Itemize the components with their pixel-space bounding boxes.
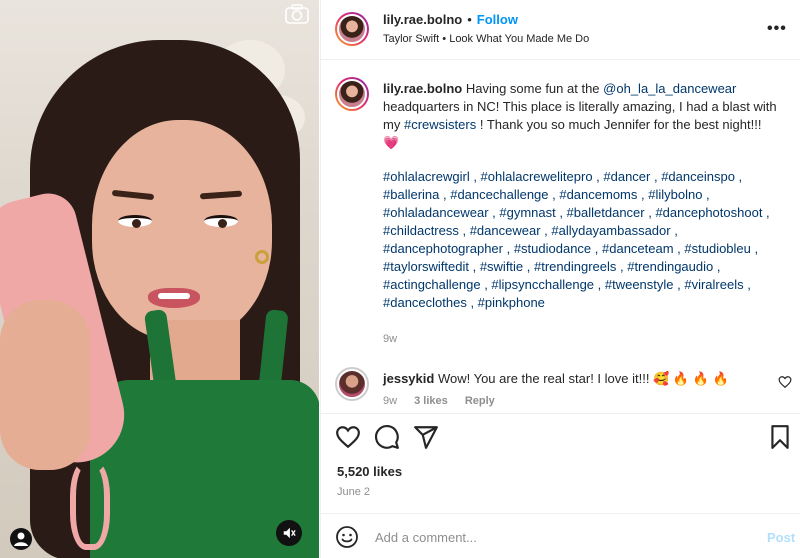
mute-icon[interactable] [276, 520, 302, 546]
eye [118, 215, 152, 228]
caption-avatar[interactable] [335, 77, 369, 111]
eye [204, 215, 238, 228]
emoji-icon[interactable] [335, 525, 359, 549]
author-username[interactable]: lily.rae.bolno [383, 12, 462, 27]
post-comment-button[interactable]: Post [761, 529, 800, 546]
comment-likes[interactable]: 3 likes [414, 395, 448, 407]
hashtag-link[interactable]: #crewsisters [404, 117, 476, 132]
camera-icon [285, 4, 309, 24]
bookmark-icon[interactable] [767, 424, 793, 450]
caption-time: 9w [383, 333, 398, 345]
comment-icon[interactable] [374, 424, 400, 450]
post-details-panel: lily.rae.bolno • Follow Taylor Swift • Loo… [320, 0, 800, 558]
post-actions: 5,520 likes June 2 [321, 413, 800, 513]
audio-track-link[interactable]: Taylor Swift • Look What You Made Me Do [383, 33, 589, 45]
author-line: lily.rae.bolno • Follow [383, 11, 518, 29]
hashtag-list[interactable]: #ohlalacrewgirl , #ohlalacrewelitepro , … [383, 168, 778, 312]
eyebrow [199, 190, 243, 200]
post-date: June 2 [337, 486, 371, 498]
comment-time: 9w [383, 395, 398, 407]
caption-username[interactable]: lily.rae.bolno [383, 81, 462, 96]
share-icon[interactable] [413, 424, 439, 450]
comment-text: Wow! You are the real star! I love it!!!… [437, 371, 729, 386]
comment-composer: Post [321, 513, 800, 558]
eyebrow [111, 189, 155, 201]
follow-button[interactable]: Follow [477, 12, 518, 27]
hand-shape [0, 300, 90, 470]
phone-cord [70, 460, 110, 550]
commenter-avatar[interactable] [335, 367, 369, 401]
reply-button[interactable]: Reply [465, 395, 495, 407]
post-caption: lily.rae.bolno Having some fun at the @o… [383, 80, 778, 152]
heart-icon[interactable] [335, 424, 361, 450]
user-tag-icon[interactable] [10, 528, 32, 550]
comment-meta: 9w 3 likes Reply [383, 395, 509, 407]
post-header: lily.rae.bolno • Follow Taylor Swift • Loo… [321, 0, 800, 60]
author-avatar[interactable] [335, 12, 369, 46]
mention-link[interactable]: @oh_la_la_dancewear [603, 81, 736, 96]
like-comment-icon[interactable] [778, 375, 792, 389]
mouth [148, 288, 200, 308]
likes-count[interactable]: 5,520 likes [337, 464, 402, 479]
post-media[interactable] [0, 0, 319, 558]
face-shape [92, 120, 272, 340]
separator-dot: • [467, 12, 472, 27]
comment-body: jessykid Wow! You are the real star! I l… [383, 370, 743, 388]
commenter-username[interactable]: jessykid [383, 371, 434, 386]
comment-input[interactable] [373, 524, 733, 550]
comments-scroll-area[interactable]: lily.rae.bolno Having some fun at the @o… [321, 61, 800, 413]
earring [255, 250, 269, 264]
caption-text: Having some fun at the [465, 81, 600, 96]
more-options-icon[interactable]: ••• [767, 20, 787, 38]
